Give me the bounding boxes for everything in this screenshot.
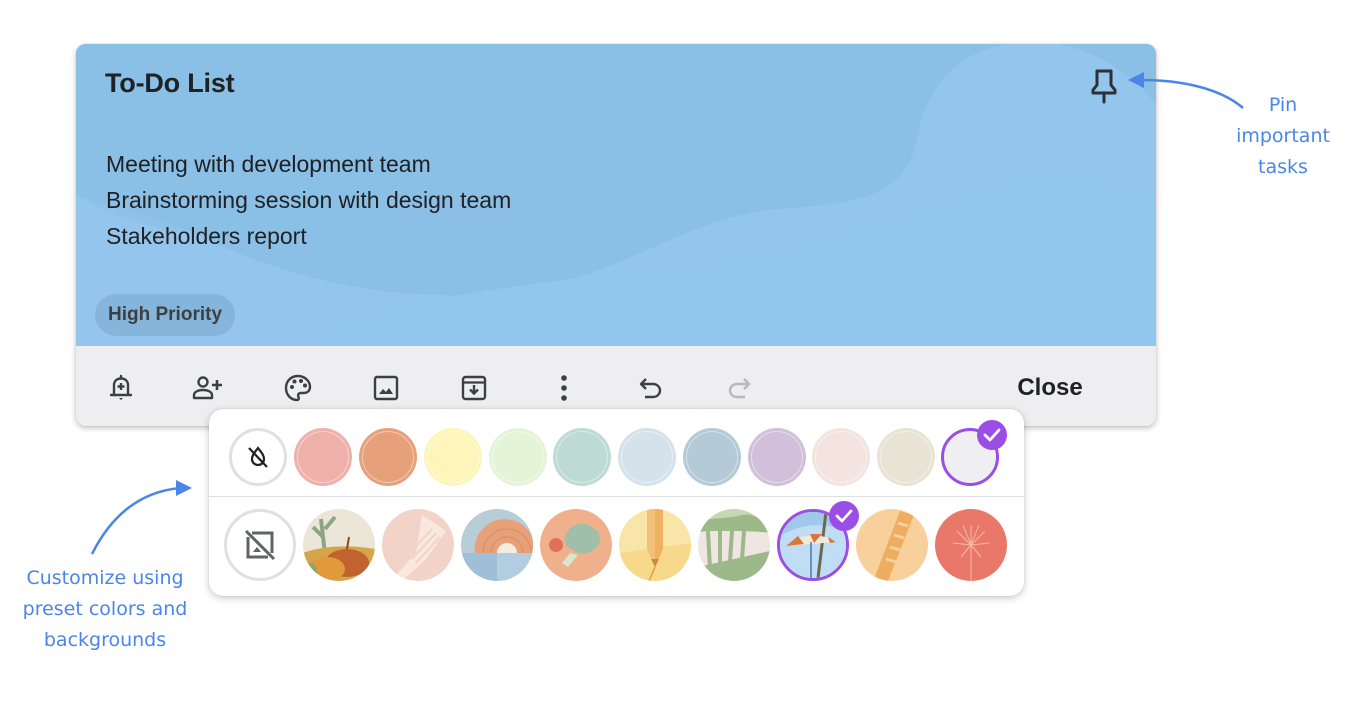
video-illustration <box>856 509 928 581</box>
archive-button[interactable] <box>454 368 494 408</box>
format-color-reset-icon <box>248 446 268 468</box>
customize-annotation-line: backgrounds <box>43 629 167 651</box>
redo-icon <box>728 378 751 399</box>
pin-annotation-line: tasks <box>1258 156 1308 178</box>
color-swatch-blossom[interactable] <box>812 428 870 486</box>
background-swatch-groceries[interactable] <box>303 509 375 581</box>
background-swatch-music[interactable] <box>461 509 533 581</box>
swatch-ring <box>686 431 738 483</box>
color-swatch-peach[interactable] <box>359 428 417 486</box>
palette-icon <box>284 374 312 402</box>
swatch-ring <box>880 431 932 483</box>
color-swatch-fog[interactable] <box>618 428 676 486</box>
background-swatch-places[interactable] <box>698 509 770 581</box>
add-collaborator-icon <box>192 376 222 400</box>
label-chip-high-priority[interactable]: High Priority <box>95 294 236 336</box>
swatch-ring <box>427 431 479 483</box>
add-image-button[interactable] <box>366 368 406 408</box>
swatch-ring <box>621 431 673 483</box>
background-swatch-none[interactable] <box>224 509 296 581</box>
note-line: Meeting with development team <box>106 151 431 177</box>
swatch-ring <box>492 431 544 483</box>
undo-icon <box>639 378 662 399</box>
pin-icon <box>1091 69 1117 104</box>
color-swatch-clay[interactable] <box>877 428 935 486</box>
swatch-ring <box>751 431 803 483</box>
more-options-button[interactable] <box>544 368 584 408</box>
food-illustration <box>382 509 454 581</box>
swatch-ring <box>362 431 414 483</box>
selected-check-badge <box>829 501 859 531</box>
recipes-illustration <box>540 509 612 581</box>
music-illustration <box>461 509 533 581</box>
note-card: To-Do List Meeting with development team… <box>76 44 1156 426</box>
groceries-illustration <box>303 509 375 581</box>
places-illustration <box>698 509 770 581</box>
swatch-ring <box>556 431 608 483</box>
note-content[interactable]: Meeting with development team Brainstorm… <box>106 146 511 254</box>
collaborator-button[interactable] <box>188 368 228 408</box>
check-icon <box>835 509 853 523</box>
swatch-ring <box>297 431 349 483</box>
pin-annotation-line: important <box>1236 125 1330 147</box>
notes-illustration <box>619 509 691 581</box>
swatch-ring <box>815 431 867 483</box>
palette-divider <box>209 496 1024 497</box>
pin-button[interactable] <box>1084 66 1124 106</box>
customize-annotation-line: preset colors and <box>22 598 188 620</box>
redo-button[interactable] <box>719 368 759 408</box>
customize-annotation-arrow <box>90 480 192 555</box>
note-title[interactable]: To-Do List <box>105 68 235 99</box>
note-line: Brainstorming session with design team <box>106 187 512 213</box>
background-swatch-recipes[interactable] <box>540 509 612 581</box>
color-swatch-sage[interactable] <box>553 428 611 486</box>
customize-annotation-line: Customize using <box>26 567 184 589</box>
undo-button[interactable] <box>631 368 671 408</box>
color-swatch-default[interactable] <box>229 428 287 486</box>
archive-icon <box>461 375 487 401</box>
color-swatch-storm[interactable] <box>683 428 741 486</box>
background-swatch-food[interactable] <box>382 509 454 581</box>
note-line: Stakeholders report <box>106 223 307 249</box>
background-swatch-celebration[interactable] <box>935 509 1007 581</box>
close-button[interactable]: Close <box>996 368 1104 408</box>
hide-image-icon <box>244 529 276 561</box>
remind-me-button[interactable] <box>101 368 141 408</box>
color-swatch-mint[interactable] <box>489 428 547 486</box>
color-swatch-coral[interactable] <box>294 428 352 486</box>
more-vert-icon <box>561 375 567 401</box>
customize-annotation: Customize using preset colors and backgr… <box>0 563 210 656</box>
check-icon <box>983 428 1001 442</box>
color-swatch-sand[interactable] <box>424 428 482 486</box>
celebration-illustration <box>935 509 1007 581</box>
reminder-bell-plus-icon <box>109 374 133 400</box>
selected-check-badge <box>977 420 1007 450</box>
pin-annotation: Pin important tasks <box>1218 90 1348 183</box>
note-body[interactable]: To-Do List Meeting with development team… <box>76 44 1156 346</box>
pin-annotation-line: Pin <box>1268 94 1298 116</box>
background-palette <box>209 409 1024 596</box>
background-options-button[interactable] <box>278 368 318 408</box>
background-swatch-notes[interactable] <box>619 509 691 581</box>
background-swatch-video[interactable] <box>856 509 928 581</box>
add-image-icon <box>373 375 399 401</box>
color-swatch-dusk[interactable] <box>748 428 806 486</box>
